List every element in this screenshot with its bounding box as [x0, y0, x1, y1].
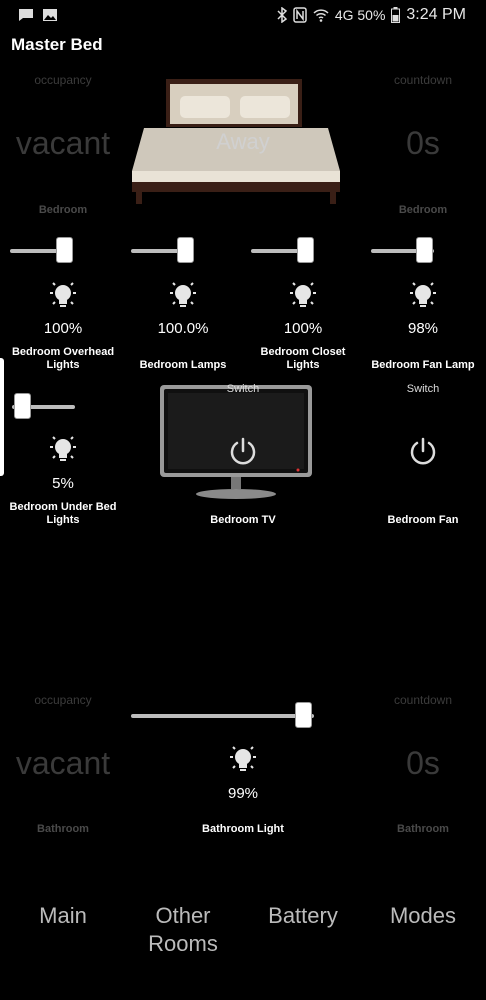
dimmer-slider[interactable] — [251, 237, 314, 265]
lightbulb-icon[interactable] — [167, 280, 199, 312]
dimmer-slider[interactable] — [10, 237, 73, 265]
dimmer-slider[interactable] — [131, 237, 194, 265]
bath-countdown-value: 0s — [406, 745, 440, 781]
edge-panel-handle[interactable] — [0, 358, 4, 476]
slider-thumb[interactable] — [177, 237, 194, 263]
power-icon[interactable] — [228, 436, 258, 466]
lightbulb-icon[interactable] — [227, 744, 259, 776]
bathroom-light-slider[interactable] — [131, 702, 314, 730]
dimmer-percent: 100% — [283, 320, 323, 337]
bath-occupancy-value: vacant — [15, 745, 111, 781]
battery-icon — [391, 7, 401, 23]
dimmer-label: Bedroom Under Bed Lights — [9, 501, 117, 526]
nfc-icon — [293, 7, 307, 23]
slider-thumb[interactable] — [295, 702, 312, 728]
slider-thumb[interactable] — [416, 237, 433, 263]
tv-switch-label: Switch — [226, 383, 260, 395]
dimmer-label: Bedroom Fan Lamp — [371, 359, 475, 371]
notification-icons — [18, 7, 58, 23]
dimmer-percent: 5% — [52, 475, 74, 492]
lightbulb-icon[interactable] — [47, 280, 79, 312]
dimmer-slider[interactable] — [371, 237, 434, 265]
chat-icon — [19, 9, 33, 21]
occupancy-label: occupancy — [34, 73, 92, 87]
bath-light-percent: 99% — [227, 785, 259, 802]
dimmer-label: Bedroom Overhead Lights — [11, 346, 115, 371]
nav-other-rooms[interactable]: Other Rooms — [123, 902, 243, 958]
bath-occupancy-label: occupancy — [34, 693, 92, 707]
bath-countdown-room: Bathroom — [397, 823, 449, 835]
tv-label: Bedroom TV — [210, 514, 276, 526]
bath-light-label: Bathroom Light — [202, 823, 284, 835]
slider-thumb[interactable] — [297, 237, 314, 263]
occupancy-room: Bedroom — [38, 204, 88, 216]
dimmer-label: Bedroom Closet Lights — [260, 346, 346, 371]
nav-main[interactable]: Main — [3, 902, 123, 930]
bath-occupancy-room: Bathroom — [37, 823, 89, 835]
lightbulb-icon[interactable] — [407, 280, 439, 312]
dimmer-percent: 100.0% — [157, 320, 209, 337]
mode-value: Away — [216, 129, 270, 154]
countdown-label: countdown — [393, 73, 453, 87]
image-icon — [43, 9, 57, 21]
bath-countdown-label: countdown — [393, 693, 453, 707]
nav-battery[interactable]: Battery — [243, 902, 363, 930]
clock: 3:24 PM — [406, 6, 466, 23]
countdown-room: Bedroom — [398, 204, 448, 216]
bluetooth-icon — [277, 7, 287, 23]
nav-modes[interactable]: Modes — [363, 902, 483, 930]
slider-thumb[interactable] — [14, 393, 31, 419]
dimmer-label: Bedroom Lamps — [139, 359, 227, 371]
dimmer-percent: 100% — [43, 320, 83, 337]
dimmer-percent: 98% — [407, 320, 439, 337]
lightbulb-icon[interactable] — [47, 434, 79, 466]
status-text: 4G 50% — [334, 7, 386, 23]
slider-thumb[interactable] — [56, 237, 73, 263]
countdown-value: 0s — [406, 125, 440, 161]
fan-label: Bedroom Fan — [387, 514, 459, 526]
fan-switch-label: Switch — [406, 383, 440, 395]
power-icon[interactable] — [408, 436, 438, 466]
page-title: Master Bed — [11, 35, 103, 54]
status-bar: 4G 50% 3:24 PM — [0, 0, 486, 32]
wifi-icon — [313, 9, 329, 22]
status-right: 4G 50% 3:24 PM — [277, 6, 466, 24]
lightbulb-icon[interactable] — [287, 280, 319, 312]
occupancy-value: vacant — [15, 125, 111, 161]
dimmer-slider[interactable] — [12, 393, 75, 421]
